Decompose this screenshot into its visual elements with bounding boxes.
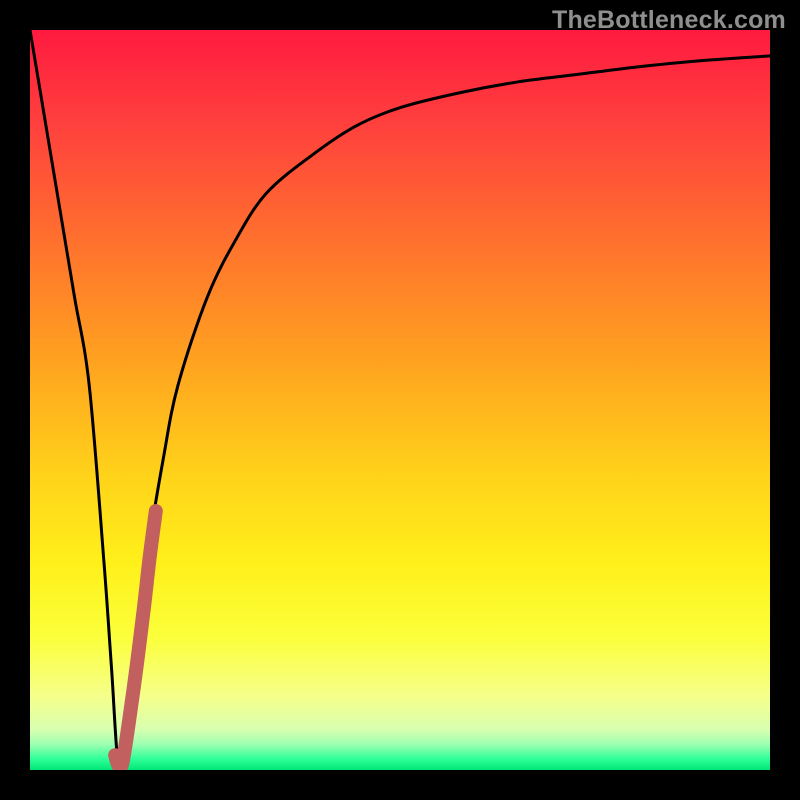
outer-frame: TheBottleneck.com	[0, 0, 800, 800]
plot-area	[30, 30, 770, 770]
chart-lines	[30, 30, 770, 770]
watermark-text: TheBottleneck.com	[552, 6, 786, 35]
optimal-highlight	[115, 511, 156, 767]
